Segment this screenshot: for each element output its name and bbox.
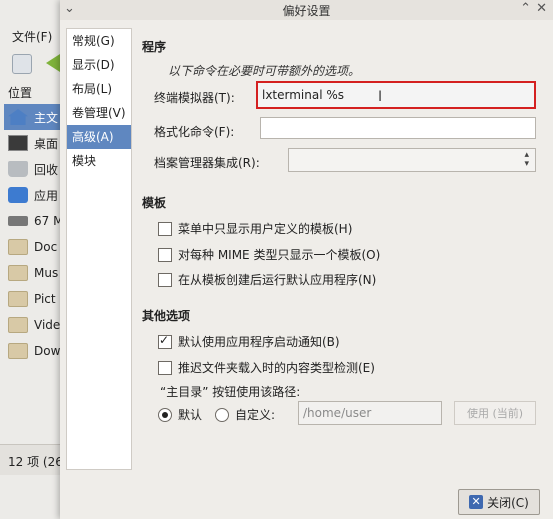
terminal-emulator-input[interactable]: lxterminal %s I — [256, 81, 536, 109]
place-downloads[interactable]: Dow — [4, 338, 60, 364]
checkbox-startup-notification[interactable]: 默认使用应用程序启动通知(B) — [158, 333, 340, 350]
back-arrow-icon[interactable] — [46, 54, 60, 72]
applications-icon — [8, 187, 28, 203]
place-music[interactable]: Mus — [4, 260, 60, 286]
folder-icon — [8, 317, 28, 333]
checkbox-one-template-per-mime[interactable]: 对每种 MIME 类型只显示一个模板(O) — [158, 246, 380, 263]
program-heading: 程序 — [142, 40, 167, 54]
tab-general[interactable]: 常规(G) — [67, 29, 131, 53]
place-desktop[interactable]: 桌面 — [4, 130, 60, 156]
desktop-icon — [8, 135, 28, 151]
folder-icon — [8, 343, 28, 359]
checkbox-user-templates-only[interactable]: 菜单中只显示用户定义的模板(H) — [158, 220, 352, 237]
checkbox[interactable] — [158, 360, 172, 375]
radio-custom[interactable]: 自定义: — [215, 406, 275, 423]
radio-default[interactable]: 默认 — [158, 406, 202, 423]
templates-heading: 模板 — [142, 196, 167, 210]
places-title: 位置 — [8, 86, 33, 100]
checkbox-run-default-app[interactable]: 在从模板创建后运行默认应用程序(N) — [158, 271, 376, 288]
close-button[interactable]: ✕ 关闭(C) — [458, 489, 540, 515]
tab-modules[interactable]: 模块 — [67, 149, 131, 173]
updown-arrows-icon: ▴ ▾ — [524, 150, 529, 169]
place-applications[interactable]: 应用 — [4, 182, 60, 208]
archiver-label: 档案管理器集成(R): — [154, 156, 260, 170]
format-command-label: 格式化命令(F): — [154, 125, 235, 139]
radio[interactable] — [215, 407, 229, 422]
close-icon: ✕ — [469, 495, 484, 509]
chevron-up-icon[interactable]: ⌃ — [520, 1, 531, 16]
advanced-settings-panel: 程序 以下命令在必要时可带额外的选项。 终端模拟器(T): lxterminal… — [142, 28, 542, 468]
place-volume[interactable]: 67 M — [4, 208, 60, 234]
tab-layout[interactable]: 布局(L) — [67, 77, 131, 101]
trash-icon — [8, 161, 28, 177]
tab-display[interactable]: 显示(D) — [67, 53, 131, 77]
preferences-dialog: ⌄ 偏好设置 ⌃ ✕ 常规(G) 显示(D) 布局(L) 卷管理(V) 高级(A… — [60, 0, 553, 519]
dialog-title: 偏好设置 — [282, 4, 331, 18]
checkbox[interactable] — [158, 221, 172, 236]
place-documents[interactable]: Doc — [4, 234, 60, 260]
toolbar — [6, 52, 60, 74]
place-pictures[interactable]: Pict — [4, 286, 60, 312]
menu-file[interactable]: 文件(F) — [12, 28, 52, 45]
places-list: 主文 桌面 回收 应用 67 M Doc Mus Pict Vide Dow — [4, 104, 60, 364]
folder-icon — [8, 239, 28, 255]
home-path-label: “主目录” 按钮使用该路径: — [160, 385, 301, 399]
home-icon — [8, 109, 28, 125]
format-command-input[interactable] — [260, 117, 536, 139]
other-options-heading: 其他选项 — [142, 309, 191, 323]
folder-icon — [8, 291, 28, 307]
checkbox[interactable] — [158, 272, 172, 287]
custom-path-input[interactable]: /home/user — [298, 401, 442, 425]
tab-volume-management[interactable]: 卷管理(V) — [67, 101, 131, 125]
title-bar: ⌄ 偏好设置 ⌃ ✕ — [60, 0, 553, 20]
radio-selected[interactable] — [158, 407, 172, 422]
category-sidebar: 常规(G) 显示(D) 布局(L) 卷管理(V) 高级(A) 模块 — [66, 28, 132, 470]
checkbox[interactable] — [158, 247, 172, 262]
place-trash[interactable]: 回收 — [4, 156, 60, 182]
status-bar: 12 项 (26 — [0, 444, 63, 475]
archiver-integration-select[interactable]: ▴ ▾ — [288, 148, 536, 172]
folder-icon — [8, 265, 28, 281]
checkbox-checked[interactable] — [158, 333, 172, 349]
status-text: 12 项 (26 — [8, 455, 63, 469]
program-note: 以下命令在必要时可带额外的选项。 — [168, 64, 361, 78]
background-file-manager: 文件(F) 位置 主文 桌面 回收 应用 67 M Doc Mus Pict V… — [0, 0, 63, 519]
terminal-label: 终端模拟器(T): — [154, 91, 235, 105]
new-tab-icon[interactable] — [12, 54, 32, 74]
close-icon[interactable]: ✕ — [536, 1, 547, 16]
place-home[interactable]: 主文 — [4, 104, 60, 130]
tab-advanced[interactable]: 高级(A) — [67, 125, 131, 149]
use-current-button[interactable]: 使用 (当前) — [454, 401, 536, 425]
place-videos[interactable]: Vide — [4, 312, 60, 338]
terminal-value: lxterminal %s — [262, 88, 345, 102]
checkbox-defer-type-detection[interactable]: 推迟文件夹载入时的内容类型检测(E) — [158, 359, 375, 376]
drive-icon — [8, 216, 28, 226]
text-cursor-icon: I — [378, 89, 383, 105]
archiver-value — [289, 153, 293, 167]
